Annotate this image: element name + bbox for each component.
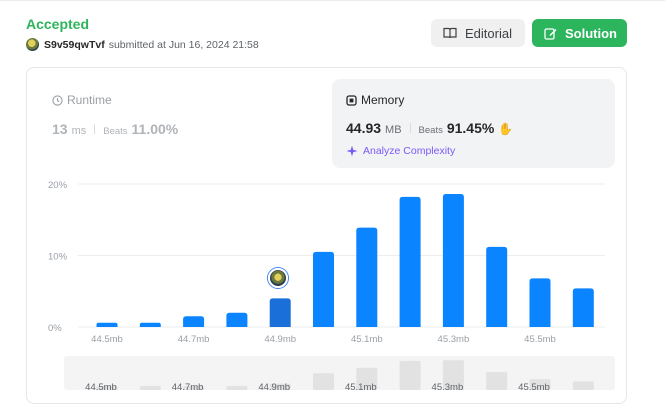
y-tick-label: 0% bbox=[48, 323, 62, 334]
overview-bar bbox=[572, 381, 594, 390]
chart-bar bbox=[313, 251, 334, 327]
x-tick-label: 44.9mb bbox=[264, 334, 296, 345]
chart-bar bbox=[486, 246, 508, 327]
overview-bar bbox=[226, 386, 248, 390]
overview-bar bbox=[399, 360, 421, 390]
my-submission-marker[interactable] bbox=[268, 268, 288, 288]
chart-bar bbox=[139, 322, 161, 327]
chart-bar bbox=[356, 227, 378, 327]
chart-bar bbox=[529, 278, 551, 327]
y-tick-label: 20% bbox=[48, 180, 68, 191]
overview-tick-label: 44.5mb bbox=[85, 382, 117, 393]
memory-distribution-chart: 0% 10% 20% 44.5mb 44.7mb 44.9mb 45.1mb 45.3mb 45… bbox=[48, 180, 615, 393]
chart-bar bbox=[96, 322, 118, 327]
x-tick-label: 44.7mb bbox=[178, 334, 210, 345]
x-tick-label: 45.1mb bbox=[351, 334, 383, 345]
overview-bar bbox=[313, 373, 334, 390]
chart-bar bbox=[572, 288, 594, 327]
chart-bar bbox=[183, 316, 205, 327]
overview-bar bbox=[486, 372, 508, 390]
chart-bar bbox=[399, 196, 421, 327]
chart-bar bbox=[269, 298, 291, 327]
chart-bar bbox=[226, 312, 248, 327]
overview-tick-label: 45.5mb bbox=[518, 382, 550, 393]
x-tick-label: 45.3mb bbox=[438, 334, 470, 345]
chart-bar bbox=[442, 194, 464, 327]
overview-bar bbox=[139, 386, 161, 390]
overview-tick-label: 45.1mb bbox=[345, 382, 377, 393]
x-tick-label: 44.5mb bbox=[91, 334, 123, 345]
y-tick-label: 10% bbox=[48, 252, 68, 263]
x-tick-label: 45.5mb bbox=[524, 334, 556, 345]
overview-tick-label: 45.3mb bbox=[432, 382, 464, 393]
overview-tick-label: 44.9mb bbox=[258, 382, 290, 393]
overview-tick-label: 44.7mb bbox=[172, 382, 204, 393]
